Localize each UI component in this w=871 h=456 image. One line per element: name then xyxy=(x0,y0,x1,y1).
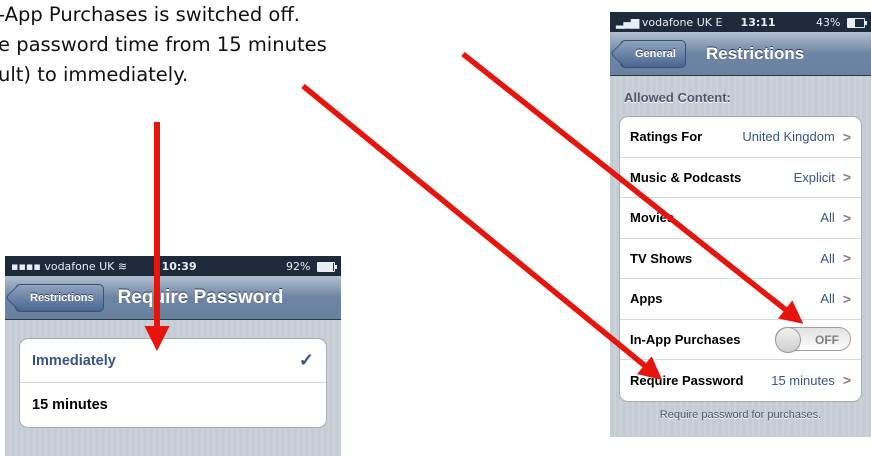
signal-icon: ▂▄▆ xyxy=(616,15,639,29)
wifi-icon: ≋ xyxy=(117,259,128,273)
row-music-podcasts[interactable]: Music & Podcasts Explicit > xyxy=(620,158,861,198)
navigation-bar: General Restrictions xyxy=(610,32,871,76)
row-label: Require Password xyxy=(630,372,744,388)
chevron-right-icon: > xyxy=(842,169,851,186)
checkmark-icon: ✓ xyxy=(298,350,314,370)
row-label: TV Shows xyxy=(630,250,693,266)
row-value: All xyxy=(820,250,835,266)
option-label: 15 minutes xyxy=(32,397,108,413)
in-app-purchases-toggle[interactable]: OFF xyxy=(775,327,851,354)
toggle-knob xyxy=(775,327,801,354)
section-footer: Require password for purchases. xyxy=(659,408,822,421)
password-options-list: Immediately ✓ 15 minutes xyxy=(19,338,327,428)
section-header: Allowed Content: xyxy=(624,90,731,105)
page-title: Restrictions xyxy=(705,43,805,63)
battery-icon xyxy=(847,17,867,28)
row-value: All xyxy=(820,291,835,307)
back-button-general[interactable]: General xyxy=(620,39,686,68)
chevron-right-icon: > xyxy=(842,250,851,267)
status-bar: ▪▪▪▪ vodafone UK ≋ 10:39 92% xyxy=(5,256,341,276)
require-password-screen: ▪▪▪▪ vodafone UK ≋ 10:39 92% Restriction… xyxy=(5,256,341,456)
chevron-right-icon: > xyxy=(842,372,851,389)
status-time: 13:11 xyxy=(740,15,776,29)
option-label: Immediately xyxy=(32,352,116,369)
chevron-right-icon: > xyxy=(842,290,851,307)
restrictions-list: Ratings For United Kingdom > Music & Pod… xyxy=(619,116,862,402)
row-value: All xyxy=(820,210,835,226)
row-tv-shows[interactable]: TV Shows All > xyxy=(620,239,861,279)
row-in-app-purchases: In-App Purchases OFF xyxy=(620,320,861,360)
arrow-to-require-password xyxy=(301,83,663,380)
battery-status: 43% xyxy=(794,16,867,29)
option-15-minutes[interactable]: 15 minutes xyxy=(20,383,326,427)
row-label: In-App Purchases xyxy=(630,331,741,347)
caption-line-1: -App Purchases is switched off. xyxy=(0,3,300,26)
row-value: Explicit xyxy=(793,169,835,185)
caption-line-2: e password time from 15 minutes xyxy=(0,33,327,56)
status-bar: ▂▄▆ vodafone UK E 13:11 43% xyxy=(610,12,871,32)
row-ratings-for[interactable]: Ratings For United Kingdom > xyxy=(620,117,861,158)
carrier-label: ▂▄▆ vodafone UK E xyxy=(616,15,723,29)
chevron-right-icon: > xyxy=(842,209,851,226)
row-require-password[interactable]: Require Password 15 minutes > xyxy=(620,360,861,401)
row-value: United Kingdom xyxy=(742,129,835,145)
chevron-right-icon: > xyxy=(842,128,851,145)
row-movies[interactable]: Movies All > xyxy=(620,198,861,239)
option-immediately[interactable]: Immediately ✓ xyxy=(20,339,326,383)
toggle-state: OFF xyxy=(815,333,839,348)
back-button-restrictions[interactable]: Restrictions xyxy=(15,283,104,312)
battery-status: 92% xyxy=(231,260,337,273)
row-value: 15 minutes xyxy=(771,372,835,388)
row-apps[interactable]: Apps All > xyxy=(620,279,861,320)
battery-icon xyxy=(317,261,337,272)
carrier-label: ▪▪▪▪ vodafone UK ≋ xyxy=(11,259,128,273)
signal-icon: ▪▪▪▪ xyxy=(11,259,45,273)
restrictions-screen: ▂▄▆ vodafone UK E 13:11 43% General Rest… xyxy=(610,12,871,437)
page-title: Require Password xyxy=(117,286,284,308)
status-time: 10:39 xyxy=(161,259,197,273)
row-label: Ratings For xyxy=(630,129,703,145)
row-label: Apps xyxy=(630,291,663,307)
navigation-bar: Restrictions Require Password xyxy=(5,276,341,320)
instruction-caption: -App Purchases is switched off. e passwo… xyxy=(0,0,458,90)
row-label: Movies xyxy=(630,210,675,226)
caption-line-3: ult) to immediately. xyxy=(0,63,189,86)
row-label: Music & Podcasts xyxy=(630,169,742,185)
